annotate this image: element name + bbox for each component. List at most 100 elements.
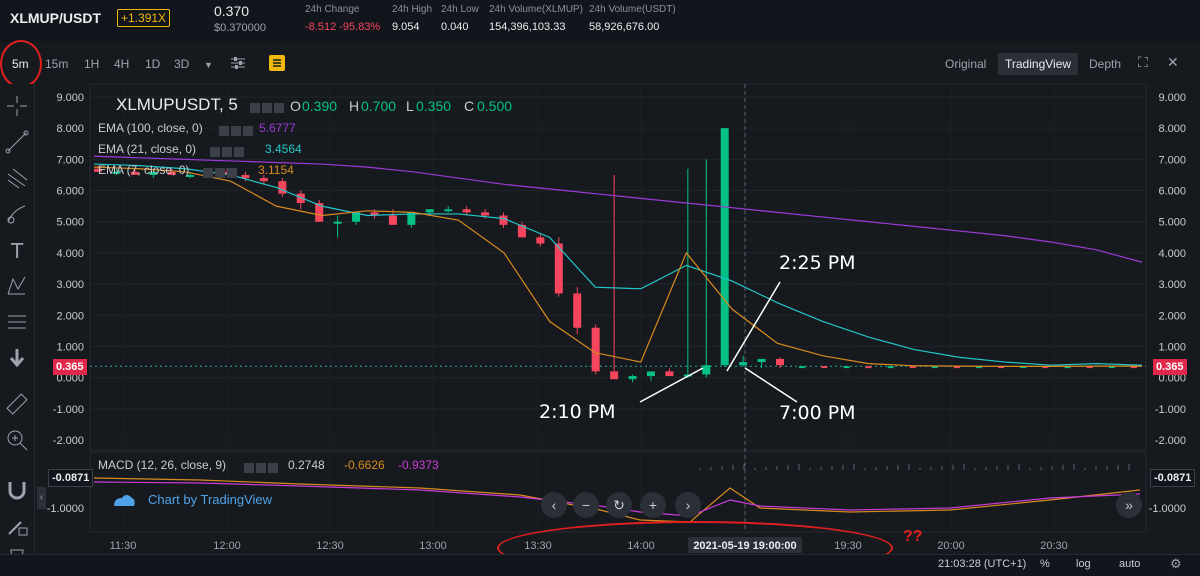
x-tick-label: 20:30 bbox=[1040, 540, 1068, 552]
y-tick-label-left: 7.000 bbox=[56, 154, 84, 166]
candle-body bbox=[776, 358, 784, 366]
ema21-label: EMA (21, close, 0) bbox=[98, 142, 197, 156]
ema100-line bbox=[93, 155, 1143, 263]
y-tick-label-left: 9.000 bbox=[56, 92, 84, 104]
candle-body bbox=[481, 212, 490, 216]
y-tick-label-right: 2.000 bbox=[1158, 310, 1186, 322]
candle-body-flat bbox=[909, 366, 916, 369]
macd-value-2: -0.6626 bbox=[344, 458, 385, 472]
candle-body bbox=[665, 371, 674, 377]
reset-chart-button[interactable]: ↻ bbox=[606, 492, 632, 518]
y-tick-label-right: 4.000 bbox=[1158, 248, 1186, 260]
macd-tag-right: -0.0871 bbox=[1150, 469, 1196, 487]
candle-body bbox=[259, 178, 268, 182]
candle-body-flat bbox=[887, 366, 894, 369]
ohlc-low: 0.350 bbox=[416, 98, 452, 114]
last-price-tag-left: 0.365 bbox=[53, 359, 87, 375]
candle-body bbox=[333, 221, 342, 224]
y-tick-label-right: 7.000 bbox=[1158, 154, 1186, 166]
y-tick-label-left: -1.000 bbox=[53, 404, 84, 416]
ema100-buttons[interactable] bbox=[219, 122, 255, 140]
candle-body-flat bbox=[799, 366, 806, 369]
y-tick-label-left: 5.000 bbox=[56, 217, 84, 229]
macd-tick-label-left: -1.0000 bbox=[47, 503, 84, 515]
annotation-question: ?? bbox=[903, 528, 923, 545]
zoom-out-button[interactable]: − bbox=[573, 492, 599, 518]
annotation-700pm: 7:00 PM bbox=[779, 402, 856, 424]
ohlc-l-label: L bbox=[406, 98, 414, 114]
ema21-line bbox=[93, 163, 1143, 366]
x-tick-label: 12:30 bbox=[316, 540, 344, 552]
candle-body bbox=[573, 293, 582, 328]
candle-body bbox=[536, 237, 545, 244]
log-toggle[interactable]: log bbox=[1076, 558, 1091, 570]
ema21-value: 3.4564 bbox=[265, 142, 302, 156]
zoom-in-button[interactable]: + bbox=[640, 492, 666, 518]
legend-buttons[interactable] bbox=[250, 99, 286, 117]
tradingview-branding[interactable]: Chart by TradingView bbox=[148, 492, 272, 507]
annotation-pointer-700 bbox=[744, 367, 798, 403]
candle-body bbox=[646, 371, 655, 377]
ema7-label: EMA (7, close, 0) bbox=[98, 163, 190, 177]
y-tick-label-left: 6.000 bbox=[56, 186, 84, 198]
ema7-value: 3.1154 bbox=[258, 163, 294, 177]
y-tick-label-right: 8.000 bbox=[1158, 123, 1186, 135]
ema7-line bbox=[93, 166, 1142, 368]
auto-toggle[interactable]: auto bbox=[1119, 558, 1140, 570]
x-tick-label: 11:30 bbox=[110, 540, 137, 552]
y-tick-label-left: 3.000 bbox=[56, 279, 84, 291]
ohlc-c-label: C bbox=[464, 98, 475, 114]
chart-footer: 21:03:28 (UTC+1) % log auto ⚙ bbox=[0, 554, 1200, 576]
macd-value-1: 0.2748 bbox=[288, 458, 325, 472]
percent-toggle[interactable]: % bbox=[1040, 558, 1050, 570]
annotation-pointer-225 bbox=[726, 281, 781, 372]
chart-symbol: XLMUPUSDT, 5 bbox=[116, 95, 238, 114]
y-tick-label-left: 2.000 bbox=[56, 310, 84, 322]
ema21-buttons[interactable] bbox=[210, 143, 246, 161]
macd-label: MACD (12, 26, close, 9) bbox=[98, 458, 227, 472]
y-tick-label-right: 1.000 bbox=[1158, 341, 1186, 353]
candle-body-flat bbox=[843, 366, 850, 369]
gear-icon[interactable]: ⚙ bbox=[1170, 556, 1182, 572]
macd-buttons[interactable] bbox=[244, 459, 280, 477]
candle-body bbox=[720, 128, 729, 366]
candle-body bbox=[462, 209, 471, 213]
tradingview-logo-icon bbox=[114, 495, 135, 506]
last-price-tag-right: 0.365 bbox=[1153, 359, 1187, 375]
scroll-right-button[interactable]: › bbox=[675, 492, 701, 518]
ohlc-o-label: O bbox=[290, 98, 301, 114]
ohlc-close: 0.500 bbox=[477, 98, 513, 114]
price-chart[interactable]: 9.000 9.000 8.000 8.000 7.000 7.000 6.000 6.000… bbox=[0, 0, 1200, 575]
scroll-left-button[interactable]: ‹ bbox=[541, 492, 567, 518]
candle-body bbox=[388, 215, 397, 225]
y-tick-label-left: 1.000 bbox=[56, 341, 84, 353]
y-tick-label-right: -1.000 bbox=[1155, 404, 1186, 416]
x-tick-label: 20:00 bbox=[937, 540, 965, 552]
ohlc-h-label: H bbox=[349, 98, 360, 114]
ema100-value: 5.6777 bbox=[259, 121, 296, 135]
y-tick-label-right: 6.000 bbox=[1158, 186, 1186, 198]
y-tick-label-right: 5.000 bbox=[1158, 217, 1186, 229]
x-tick-label: 13:00 bbox=[419, 540, 447, 552]
macd-value-3: -0.9373 bbox=[398, 458, 439, 472]
candle-body bbox=[628, 376, 637, 380]
candle-body bbox=[241, 174, 250, 179]
y-tick-label-right: 3.000 bbox=[1158, 279, 1186, 291]
candle-body bbox=[278, 181, 287, 194]
ema100-label: EMA (100, close, 0) bbox=[98, 121, 203, 135]
clock: 21:03:28 (UTC+1) bbox=[938, 558, 1027, 570]
y-tick-label-right: 9.000 bbox=[1158, 92, 1186, 104]
candle-body bbox=[757, 358, 766, 363]
macd-tag-left: -0.0871 bbox=[48, 469, 94, 487]
y-tick-label-right: -2.000 bbox=[1155, 435, 1186, 447]
candle-body-flat bbox=[821, 366, 828, 369]
y-tick-label-left: -2.000 bbox=[53, 435, 84, 447]
macd-tick-label-right: -1.0000 bbox=[1149, 503, 1186, 515]
ohlc-high: 0.700 bbox=[361, 98, 397, 114]
annotation-225pm: 2:25 PM bbox=[779, 252, 856, 274]
candle-body-flat bbox=[865, 366, 872, 369]
ema7-buttons[interactable] bbox=[203, 164, 239, 182]
scroll-to-realtime-button[interactable]: » bbox=[1116, 492, 1142, 518]
candle-body bbox=[444, 209, 453, 212]
ohlc-open: 0.390 bbox=[302, 98, 338, 114]
